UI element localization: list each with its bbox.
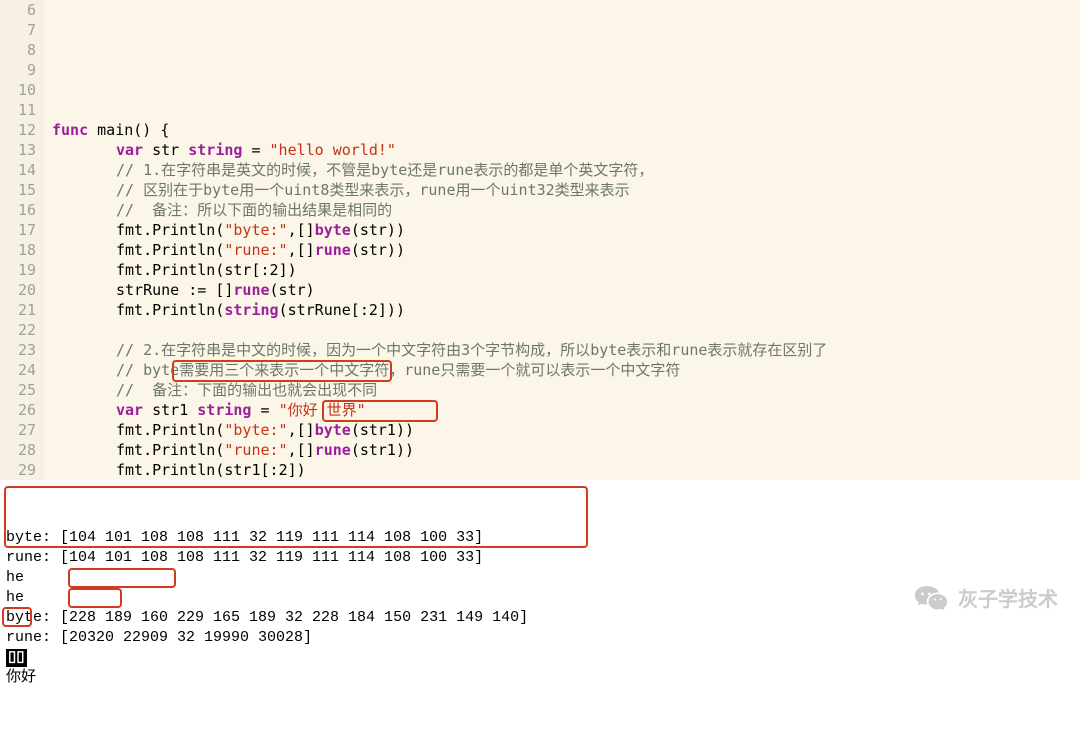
line-number: 6	[0, 0, 36, 20]
line-number: 26	[0, 400, 36, 420]
code-line: fmt.Println(string(strRune[:2]))	[52, 300, 1080, 320]
code-area: func main() {var str string = "hello wor…	[44, 0, 1080, 480]
line-number: 8	[0, 40, 36, 60]
line-number: 17	[0, 220, 36, 240]
line-number: 18	[0, 240, 36, 260]
garbled-output: ▯▯	[6, 649, 27, 667]
console-line: rune: [104 101 108 108 111 32 119 111 11…	[6, 548, 1074, 568]
line-number: 16	[0, 200, 36, 220]
console-line: 你好	[6, 668, 1074, 688]
line-number: 29	[0, 460, 36, 480]
line-number: 19	[0, 260, 36, 280]
code-line: strRune := []rune(str)	[52, 280, 1080, 300]
console-line: rune: [20320 22909 32 19990 30028]	[6, 628, 1074, 648]
line-number: 7	[0, 20, 36, 40]
code-line	[52, 320, 1080, 340]
code-editor: 6789101112131415161718192021222324252627…	[0, 0, 1080, 480]
code-line: fmt.Println(str1[:2])	[52, 460, 1080, 480]
line-number: 21	[0, 300, 36, 320]
code-line: fmt.Println("byte:",[]byte(str1))	[52, 420, 1080, 440]
code-line: // 备注：下面的输出也就会出现不同	[52, 380, 1080, 400]
console-line: he	[6, 588, 1074, 608]
code-line: fmt.Println(str[:2])	[52, 260, 1080, 280]
line-number: 23	[0, 340, 36, 360]
line-number: 10	[0, 80, 36, 100]
line-number: 15	[0, 180, 36, 200]
line-number: 28	[0, 440, 36, 460]
line-number: 20	[0, 280, 36, 300]
line-number: 11	[0, 100, 36, 120]
code-line: // 1.在字符串是英文的时候，不管是byte还是rune表示的都是单个英文字符…	[52, 160, 1080, 180]
code-line: // byte需要用三个来表示一个中文字符，rune只需要一个就可以表示一个中文…	[52, 360, 1080, 380]
line-number: 13	[0, 140, 36, 160]
code-line: var str1 string = "你好 世界"	[52, 400, 1080, 420]
code-line: fmt.Println("byte:",[]byte(str))	[52, 220, 1080, 240]
code-line: fmt.Println("rune:",[]rune(str))	[52, 240, 1080, 260]
code-line: var str string = "hello world!"	[52, 140, 1080, 160]
line-number: 9	[0, 60, 36, 80]
code-line: // 区别在于byte用一个uint8类型来表示，rune用一个uint32类型…	[52, 180, 1080, 200]
line-number: 22	[0, 320, 36, 340]
line-number: 27	[0, 420, 36, 440]
console-line: byte: [228 189 160 229 165 189 32 228 18…	[6, 608, 1074, 628]
line-number: 14	[0, 160, 36, 180]
console-line: he	[6, 568, 1074, 588]
line-number: 25	[0, 380, 36, 400]
output-console: byte: [104 101 108 108 111 32 119 111 11…	[0, 480, 1080, 732]
line-number: 24	[0, 360, 36, 380]
console-line: ▯▯	[6, 648, 1074, 668]
console-line: byte: [104 101 108 108 111 32 119 111 11…	[6, 528, 1074, 548]
code-line	[52, 100, 1080, 120]
line-number: 12	[0, 120, 36, 140]
code-line: // 2.在字符串是中文的时候，因为一个中文字符由3个字节构成，所以byte表示…	[52, 340, 1080, 360]
code-line: func main() {	[52, 120, 1080, 140]
line-number-gutter: 6789101112131415161718192021222324252627…	[0, 0, 44, 480]
code-line: fmt.Println("rune:",[]rune(str1))	[52, 440, 1080, 460]
code-line: // 备注：所以下面的输出结果是相同的	[52, 200, 1080, 220]
